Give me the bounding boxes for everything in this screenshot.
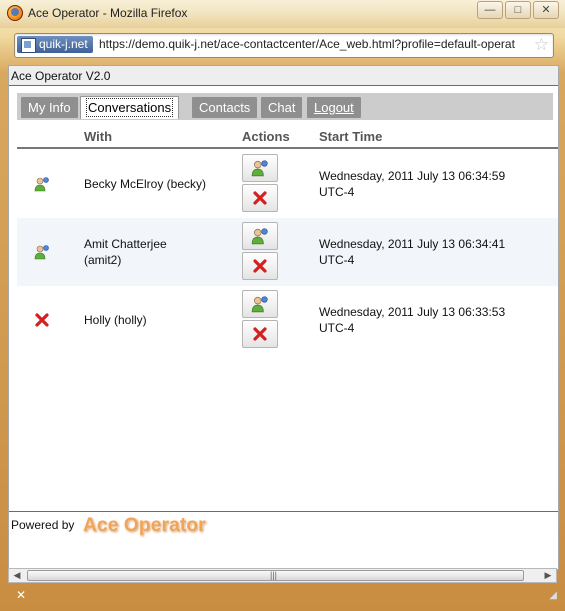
site-icon [21,38,36,53]
window-title: Ace Operator - Mozilla Firefox [28,6,188,20]
url-text[interactable]: https://demo.quik-j.net/ace-contactcente… [99,37,527,51]
start-time-date: Wednesday, 2011 July 13 06:34:59 [319,169,506,183]
contact-name-line: Holly (holly) [84,313,147,327]
close-button[interactable]: ✕ [533,1,559,19]
start-time: Wednesday, 2011 July 13 06:34:59 UTC-4 [319,168,549,200]
disconnected-x-icon [35,313,49,327]
tab-label: Conversations [85,98,174,117]
close-x-icon [253,327,267,341]
column-start-time: Start Time [319,129,383,144]
conversations-header: With Actions Start Time [17,127,558,149]
page-content: Ace Operator V2.0 My Info Conversations … [8,65,559,570]
contact-name: Amit Chatterjee (amit2) [84,236,224,268]
user-accept-icon [251,160,268,177]
conversation-row: Becky McElroy (becky) Wednesday, 2011 Ju… [17,150,558,218]
close-x-icon [253,191,267,205]
conversation-row: Amit Chatterjee (amit2) Wednesday, 2011 … [17,218,558,286]
scroll-left-arrow[interactable]: ◀ [10,569,24,582]
column-with: With [84,129,113,144]
tab-label: Chat [268,100,296,115]
app-footer: Powered by Ace Operator [9,511,558,570]
scroll-right-arrow[interactable]: ▶ [541,569,555,582]
minimize-button[interactable]: — [477,1,503,19]
app-title: Ace Operator V2.0 [9,66,558,86]
start-time-zone: UTC-4 [319,321,355,335]
start-time: Wednesday, 2011 July 13 06:34:41 UTC-4 [319,236,549,268]
browser-window: Ace Operator - Mozilla Firefox — □ ✕ qui… [0,0,565,611]
bookmark-star-icon[interactable]: ☆ [534,35,549,55]
maximize-button[interactable]: □ [505,1,531,19]
start-time-date: Wednesday, 2011 July 13 06:33:53 [319,305,506,319]
tab-logout[interactable]: Logout [307,97,361,118]
user-online-icon [34,177,49,192]
ace-operator-logo: Ace Operator [83,515,206,536]
column-actions: Actions [242,129,290,144]
site-identity-label: quik-j.net [39,37,88,51]
user-accept-icon [251,296,268,313]
tab-label: My Info [28,100,71,115]
contact-name: Becky McElroy (becky) [84,176,224,192]
tab-label: Contacts [199,100,251,115]
tab-chat[interactable]: Chat [261,97,303,118]
status-close-icon[interactable]: ✕ [16,588,26,602]
scrollbar-grip: ||| [270,570,278,580]
site-identity-button[interactable]: quik-j.net [17,36,93,53]
start-time-zone: UTC-4 [319,185,355,199]
conversation-row: Holly (holly) Wednesday, 2011 July 13 06… [17,286,558,354]
user-online-icon [34,245,49,260]
user-accept-icon [251,228,268,245]
close-x-icon [253,259,267,273]
accept-conversation-button[interactable] [242,154,278,182]
tab-contacts[interactable]: Contacts [192,97,258,118]
powered-by-label: Powered by [11,518,75,532]
end-conversation-button[interactable] [242,184,278,212]
status-bar: ✕ ◢ [0,586,565,611]
contact-name: Holly (holly) [84,312,224,328]
start-time-zone: UTC-4 [319,253,355,267]
end-conversation-button[interactable] [242,252,278,280]
horizontal-scrollbar[interactable]: ◀ ||| ▶ [8,568,557,583]
tab-my-info[interactable]: My Info [21,97,78,118]
tab-bar: My Info Conversations Contacts Chat Logo… [17,93,553,120]
contact-username: (amit2) [84,253,122,267]
start-time-date: Wednesday, 2011 July 13 06:34:41 [319,237,506,251]
contact-name-line: Becky McElroy (becky) [84,177,207,191]
accept-conversation-button[interactable] [242,290,278,318]
address-bar[interactable]: quik-j.net https://demo.quik-j.net/ace-c… [14,33,554,58]
tab-conversations[interactable]: Conversations [80,96,180,119]
end-conversation-button[interactable] [242,320,278,348]
start-time: Wednesday, 2011 July 13 06:33:53 UTC-4 [319,304,549,336]
tab-label: Logout [314,100,354,115]
window-controls: — □ ✕ [477,1,559,19]
contact-name-line: Amit Chatterjee [84,237,167,251]
title-bar: Ace Operator - Mozilla Firefox — □ ✕ [0,0,565,28]
accept-conversation-button[interactable] [242,222,278,250]
scrollbar-thumb[interactable]: ||| [27,570,524,581]
resize-grip-icon[interactable]: ◢ [549,590,557,601]
firefox-icon [7,5,23,21]
